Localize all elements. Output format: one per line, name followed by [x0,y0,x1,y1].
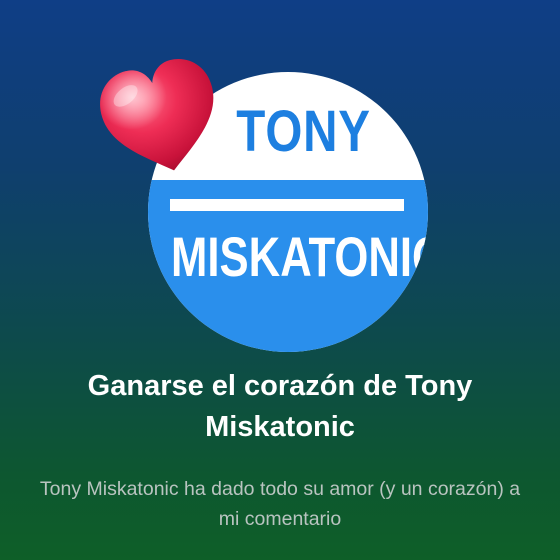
share-card: { "badge": { "name_top": "TONY", "name_b… [0,0,560,560]
achievement-description: Tony Miskatonic ha dado todo su amor (y … [39,478,521,530]
heart-icon [100,59,214,171]
achievement-title: Ganarse el corazón de Tony Miskatonic [87,370,473,443]
badge-name-bottom: MISKATONIC [171,225,428,288]
badge-divider [170,199,404,211]
